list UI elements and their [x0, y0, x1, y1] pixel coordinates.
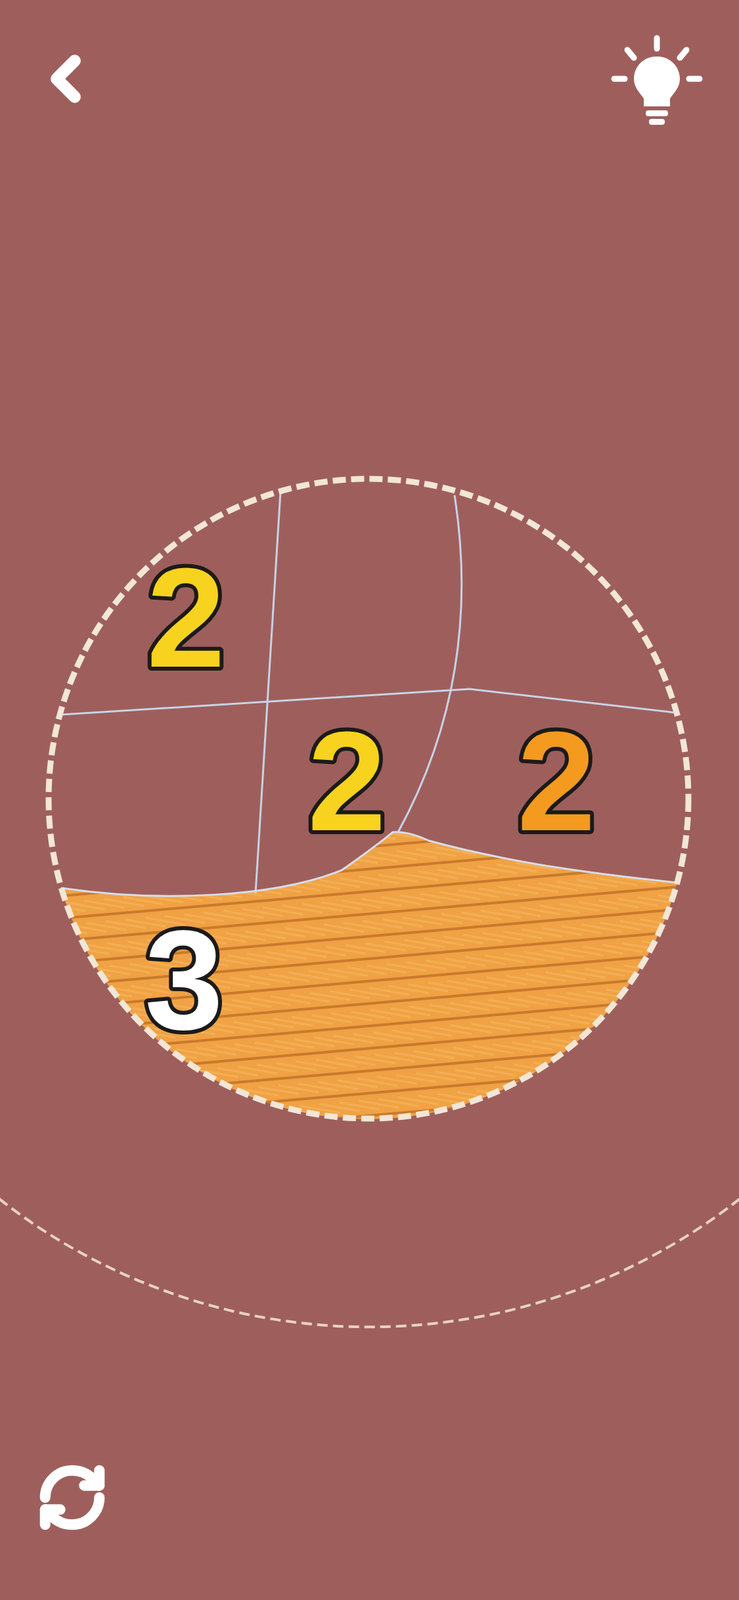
- lightbulb-icon[interactable]: [607, 32, 707, 132]
- region-number: 2: [516, 702, 596, 861]
- game-screen: 2223: [0, 0, 739, 1600]
- restart-icon: [36, 1461, 109, 1534]
- empty-region[interactable]: [61, 492, 281, 715]
- puzzle-board[interactable]: 2223: [0, 164, 739, 1446]
- puzzle-circle: [48, 478, 689, 1119]
- region-number: 2: [146, 538, 226, 697]
- bottom-bar: [0, 1445, 739, 1600]
- region-number: 2: [307, 702, 387, 861]
- filled-region[interactable]: [61, 832, 678, 1120]
- region-number: 3: [144, 901, 224, 1060]
- restart-button[interactable]: [32, 1458, 112, 1538]
- region-lines: [61, 492, 676, 894]
- outer-arc: [0, 1188, 739, 1327]
- back-arrow-icon: [29, 42, 102, 115]
- back-button[interactable]: [29, 32, 102, 125]
- puzzle-area: 2223: [0, 164, 739, 1446]
- top-bar: [0, 0, 739, 165]
